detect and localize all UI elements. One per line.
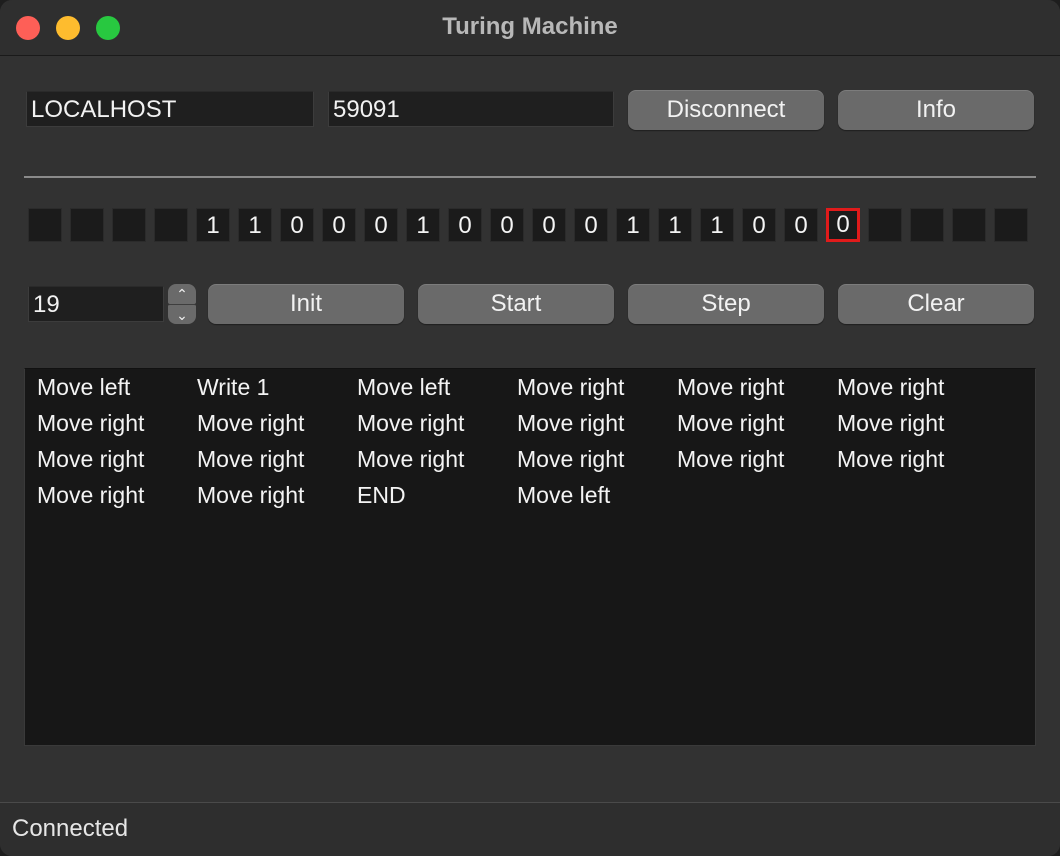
tape-cell <box>154 208 188 242</box>
position-input[interactable] <box>28 286 164 322</box>
clear-button[interactable]: Clear <box>838 284 1034 324</box>
tape-cell <box>70 208 104 242</box>
tape-cell: 0 <box>784 208 818 242</box>
log-item: Move right <box>517 374 625 400</box>
tape-cell: 0 <box>490 208 524 242</box>
log-item: Move left <box>357 374 451 400</box>
tape-cell <box>910 208 944 242</box>
log-item: Move right <box>37 410 145 436</box>
init-button[interactable]: Init <box>208 284 404 324</box>
log-item: Move right <box>357 410 465 436</box>
tape: 1100010000111000 <box>28 208 1034 242</box>
port-input[interactable] <box>328 91 614 127</box>
step-button[interactable]: Step <box>628 284 824 324</box>
title-bar[interactable]: Turing Machine <box>0 0 1060 56</box>
log-item: Move right <box>197 482 305 508</box>
app-window: Turing Machine Disconnect Info 110001000… <box>0 0 1060 856</box>
tape-cell: 1 <box>658 208 692 242</box>
status-bar: Connected <box>0 802 1060 856</box>
chevron-down-icon[interactable]: ⌄ <box>168 304 196 324</box>
tape-cell <box>952 208 986 242</box>
log-item: Move right <box>677 374 785 400</box>
tape-cell <box>868 208 902 242</box>
start-button[interactable]: Start <box>418 284 614 324</box>
position-stepper[interactable]: ⌃ ⌄ <box>168 284 196 324</box>
log-item: Move right <box>197 446 305 472</box>
log-item: END <box>357 482 406 508</box>
tape-cell: 1 <box>700 208 734 242</box>
separator <box>24 176 1036 178</box>
action-log[interactable]: Move left Write 1 Move left Move right Move … <box>24 368 1036 746</box>
log-item: Move right <box>517 446 625 472</box>
tape-cell: 1 <box>196 208 230 242</box>
tape-cell <box>28 208 62 242</box>
log-item: Move left <box>37 374 131 400</box>
tape-cell-head: 0 <box>826 208 860 242</box>
status-text: Connected <box>12 815 129 842</box>
tape-cell: 0 <box>448 208 482 242</box>
tape-cell: 0 <box>574 208 608 242</box>
window-title: Turing Machine <box>442 13 618 40</box>
info-button[interactable]: Info <box>838 90 1034 130</box>
chevron-up-icon[interactable]: ⌃ <box>168 284 196 304</box>
log-item: Move right <box>37 482 145 508</box>
log-item: Move right <box>677 446 785 472</box>
tape-cell: 0 <box>322 208 356 242</box>
tape-cell <box>112 208 146 242</box>
log-item: Move right <box>837 410 945 436</box>
tape-cell: 1 <box>238 208 272 242</box>
tape-cell: 0 <box>364 208 398 242</box>
log-item: Move right <box>837 374 945 400</box>
log-item: Move right <box>677 410 785 436</box>
log-item: Move right <box>357 446 465 472</box>
tape-cell: 0 <box>280 208 314 242</box>
disconnect-button[interactable]: Disconnect <box>628 90 824 130</box>
log-item: Write 1 <box>197 374 270 400</box>
host-input[interactable] <box>26 91 314 127</box>
tape-cell <box>994 208 1028 242</box>
log-item: Move left <box>517 482 611 508</box>
log-item: Move right <box>37 446 145 472</box>
log-item: Move right <box>837 446 945 472</box>
tape-cell: 1 <box>616 208 650 242</box>
tape-cell: 0 <box>742 208 776 242</box>
log-item: Move right <box>517 410 625 436</box>
tape-cell: 1 <box>406 208 440 242</box>
tape-cell: 0 <box>532 208 566 242</box>
log-item: Move right <box>197 410 305 436</box>
